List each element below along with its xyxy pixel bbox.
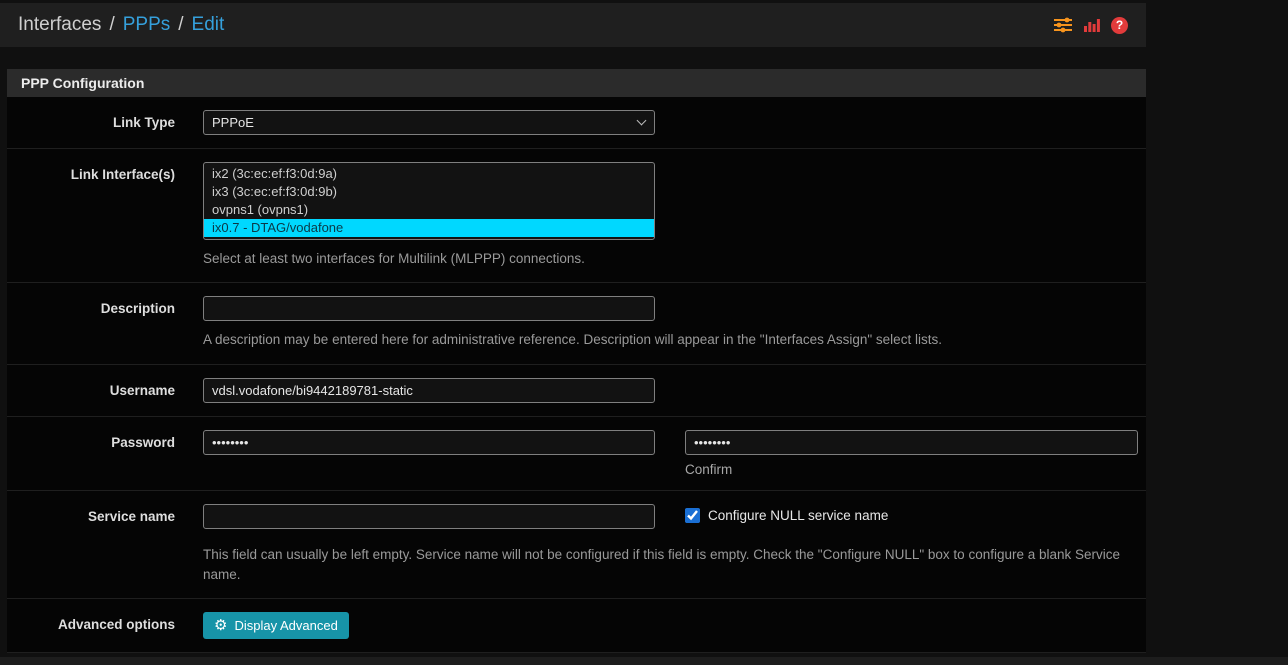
advanced-options-label: Advanced options bbox=[7, 612, 203, 639]
panel-heading: PPP Configuration bbox=[7, 69, 1146, 97]
panel-body: Link Type PPPoE Link Interfac bbox=[7, 97, 1146, 653]
sliders-icon[interactable] bbox=[1053, 17, 1073, 33]
password-input[interactable] bbox=[203, 430, 655, 455]
panel-ppp-configuration: PPP Configuration Link Type PPPoE bbox=[7, 69, 1146, 653]
breadcrumb-separator: / bbox=[109, 14, 114, 36]
breadcrumb-section: Interfaces bbox=[18, 14, 101, 36]
description-help: A description may be entered here for ad… bbox=[203, 330, 1133, 350]
breadcrumb-separator: / bbox=[178, 14, 183, 36]
configure-null-checkbox[interactable] bbox=[685, 508, 700, 523]
breadcrumb-link-edit[interactable]: Edit bbox=[192, 14, 225, 36]
description-input[interactable] bbox=[203, 296, 655, 321]
navbar-icons: ? bbox=[1053, 17, 1128, 34]
footer-strip bbox=[0, 657, 1288, 665]
link-type-select[interactable]: PPPoE bbox=[203, 110, 655, 135]
link-type-select-wrap: PPPoE bbox=[203, 110, 655, 135]
panel-title: PPP Configuration bbox=[21, 75, 1132, 91]
top-navbar: Interfaces / PPPs / Edit bbox=[0, 3, 1146, 47]
service-name-help: This field can usually be left empty. Se… bbox=[203, 545, 1133, 586]
form-row-password: Password Confirm bbox=[7, 417, 1146, 491]
username-input[interactable] bbox=[203, 378, 655, 403]
pfsense-app: Interfaces / PPPs / Edit bbox=[0, 0, 1288, 665]
link-interfaces-label: Link Interface(s) bbox=[7, 162, 203, 269]
breadcrumb-link-ppps[interactable]: PPPs bbox=[123, 14, 171, 36]
password-confirm-label: Confirm bbox=[685, 462, 1138, 477]
listbox-option-selected[interactable]: ix0.7 - DTAG/vodafone bbox=[204, 219, 654, 237]
service-name-label: Service name bbox=[7, 504, 203, 586]
listbox-option[interactable]: ix3 (3c:ec:ef:f3:0d:9b) bbox=[204, 183, 654, 201]
chart-icon[interactable] bbox=[1084, 18, 1100, 33]
help-icon[interactable]: ? bbox=[1111, 17, 1128, 34]
main-content: PPP Configuration Link Type PPPoE bbox=[0, 69, 1146, 665]
display-advanced-button-label: Display Advanced bbox=[234, 618, 337, 633]
gear-icon: ⚙ bbox=[214, 618, 227, 633]
form-row-service-name: Service name Configure NULL service name… bbox=[7, 491, 1146, 600]
form-row-link-interfaces: Link Interface(s) ix2 (3c:ec:ef:f3:0d:9a… bbox=[7, 149, 1146, 283]
listbox-option[interactable]: ix2 (3c:ec:ef:f3:0d:9a) bbox=[204, 165, 654, 183]
username-label: Username bbox=[7, 378, 203, 403]
form-row-link-type: Link Type PPPoE bbox=[7, 97, 1146, 149]
listbox-option[interactable]: ovpns1 (ovpns1) bbox=[204, 201, 654, 219]
service-name-input[interactable] bbox=[203, 504, 655, 529]
password-confirm-input[interactable] bbox=[685, 430, 1138, 455]
breadcrumb: Interfaces / PPPs / Edit bbox=[18, 14, 224, 36]
password-label: Password bbox=[7, 430, 203, 477]
configure-null-checkbox-group: Configure NULL service name bbox=[685, 504, 888, 523]
form-row-username: Username bbox=[7, 365, 1146, 417]
link-interfaces-listbox[interactable]: ix2 (3c:ec:ef:f3:0d:9a) ix3 (3c:ec:ef:f3… bbox=[203, 162, 655, 240]
link-type-label: Link Type bbox=[7, 110, 203, 135]
content-column: Interfaces / PPPs / Edit bbox=[0, 0, 1146, 665]
form-row-advanced-options: Advanced options ⚙ Display Advanced bbox=[7, 599, 1146, 653]
configure-null-checkbox-label: Configure NULL service name bbox=[708, 508, 888, 523]
link-interfaces-help: Select at least two interfaces for Multi… bbox=[203, 249, 1133, 269]
display-advanced-button[interactable]: ⚙ Display Advanced bbox=[203, 612, 349, 639]
form-row-description: Description A description may be entered… bbox=[7, 283, 1146, 364]
description-label: Description bbox=[7, 296, 203, 350]
